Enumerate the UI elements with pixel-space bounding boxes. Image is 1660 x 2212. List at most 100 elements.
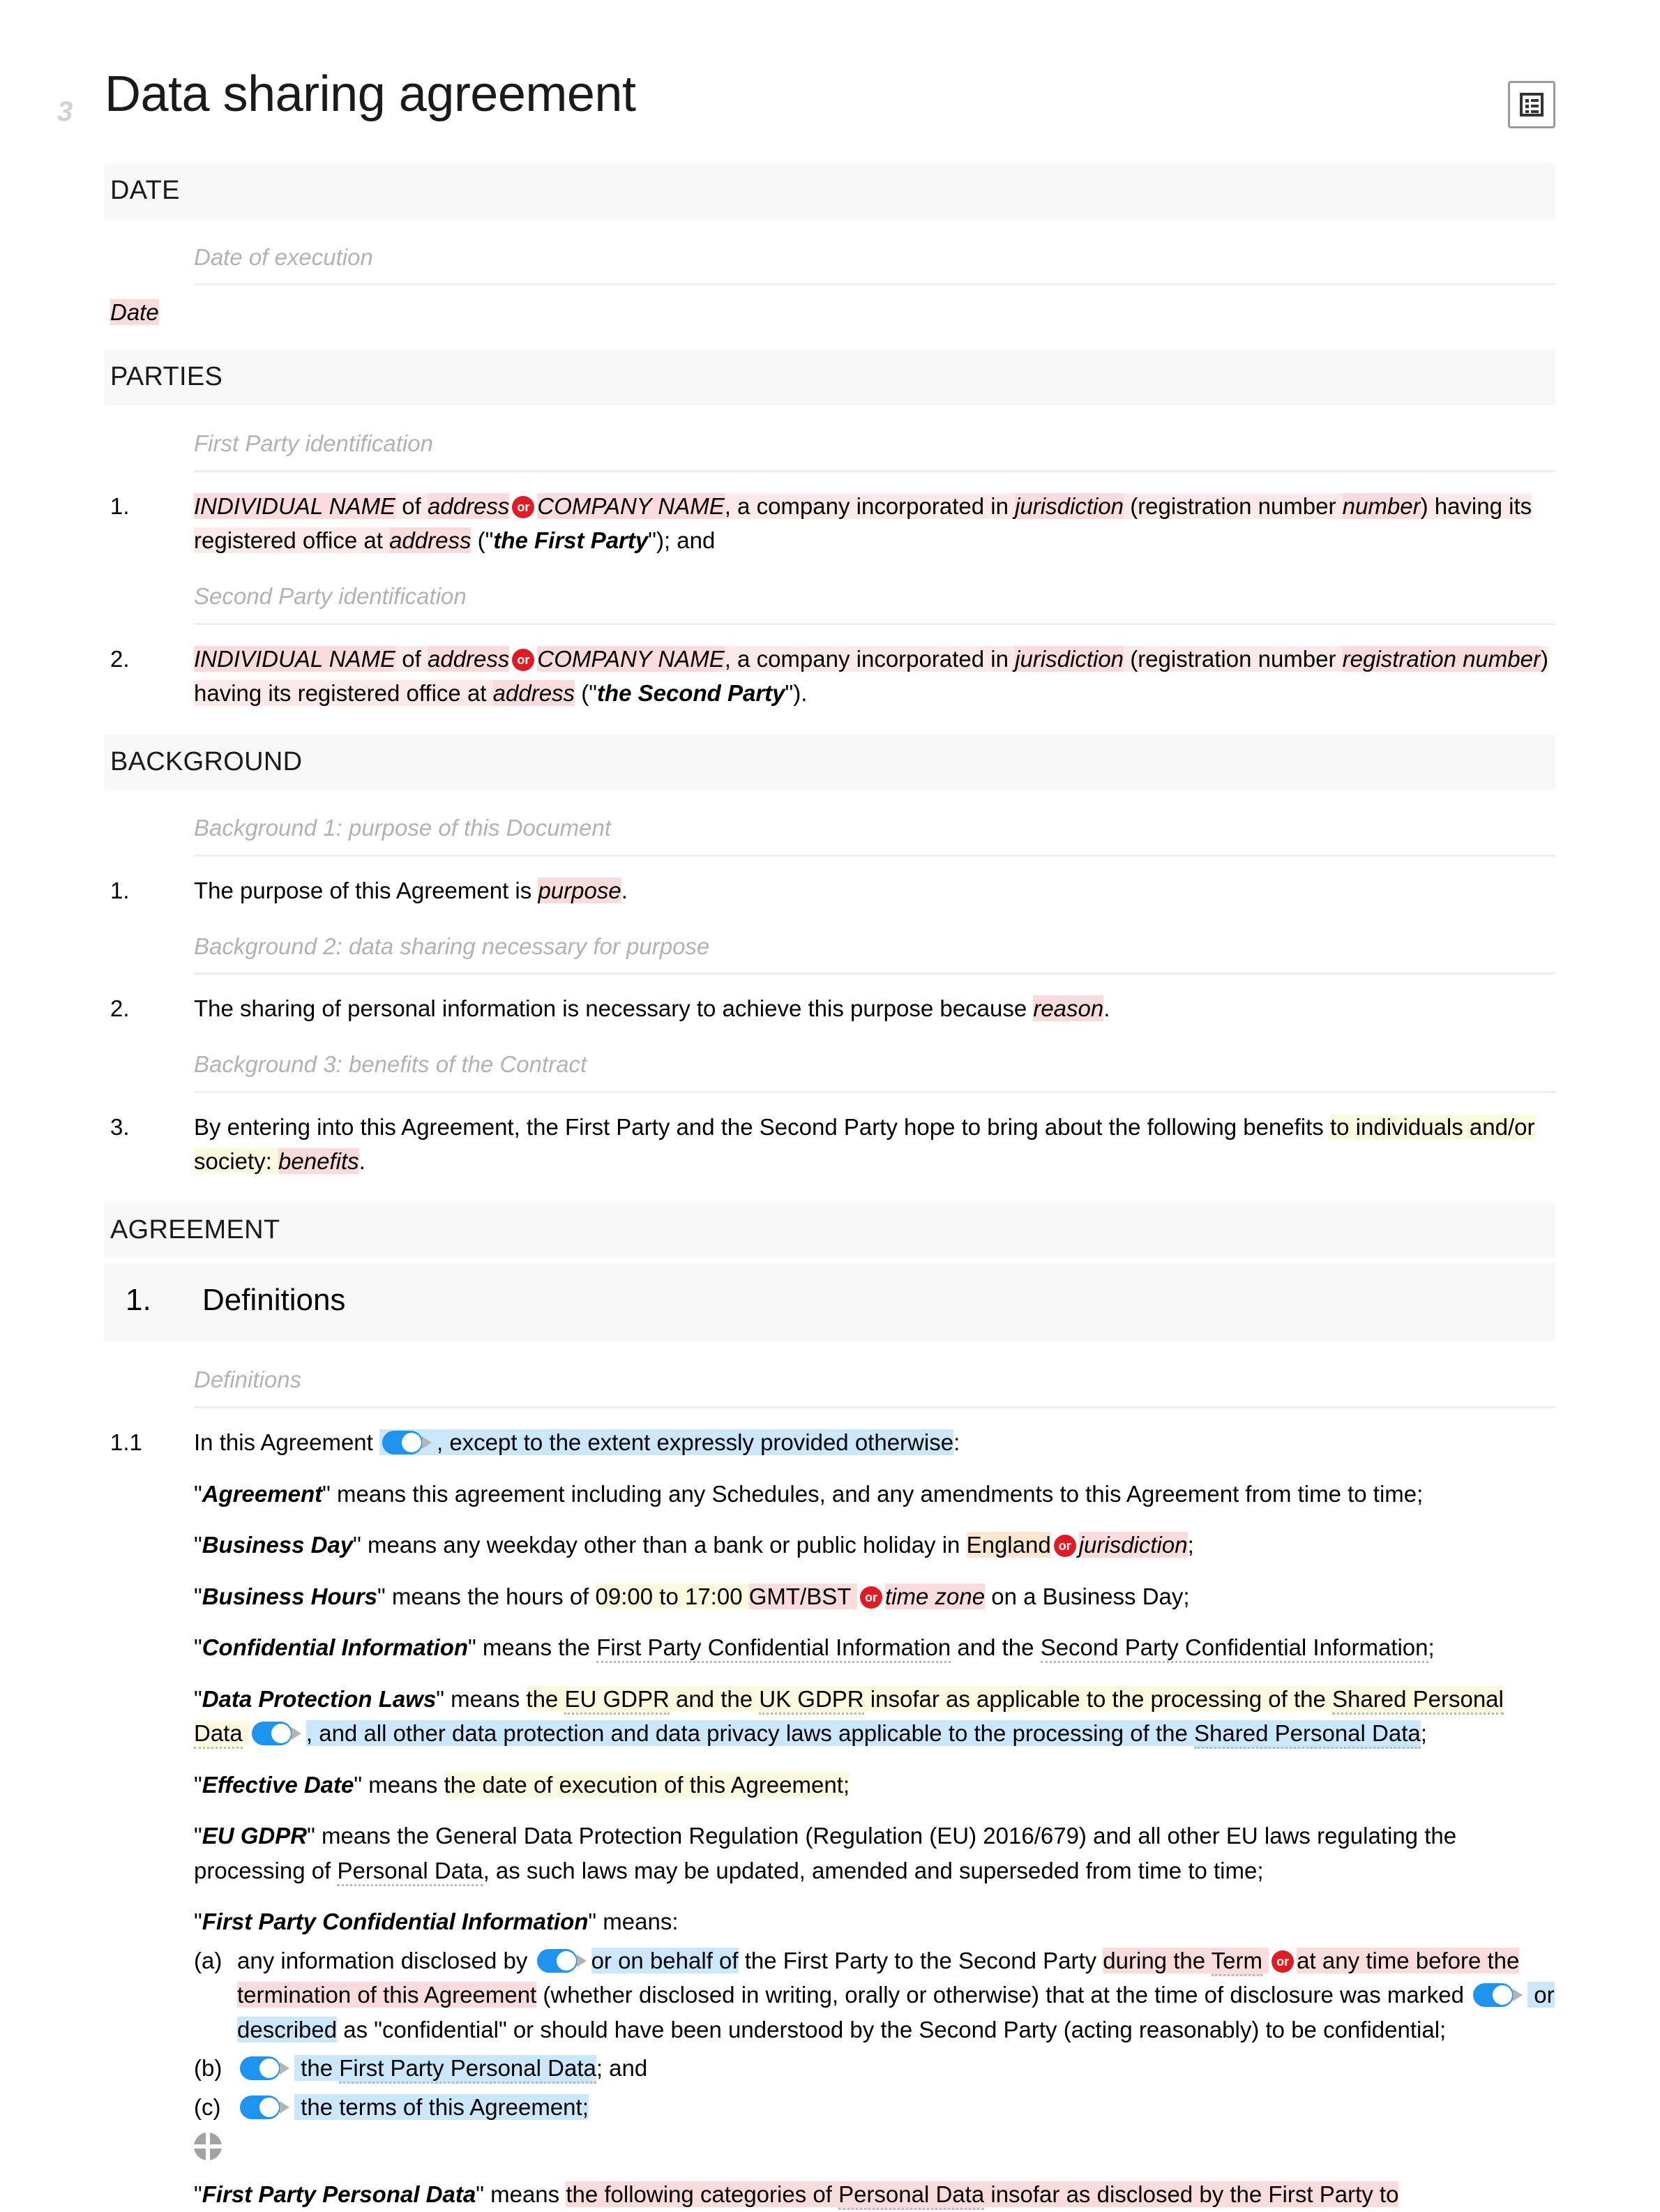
list-marker: 2. [110, 645, 130, 672]
text-open-quote: (" [471, 527, 494, 554]
defined-term: Data Protection Laws [202, 1685, 437, 1712]
list-marker: 1. [110, 492, 130, 519]
defined-term-reference[interactable]: EU GDPR [564, 1685, 670, 1715]
blue-highlight-run[interactable]: , and all other data protection and data… [305, 1720, 1195, 1747]
yellow-highlight-run[interactable]: the date of execution of this Agreement; [444, 1771, 850, 1798]
comment-text: Background 2: data sharing necessary for… [194, 933, 710, 959]
defined-term: First Party Personal Data [202, 2181, 476, 2208]
definition-paragraph: "Confidential Information" means the Fir… [105, 1630, 1555, 1665]
text-incorporated: , a company incorporated in [724, 492, 1016, 519]
document-list-icon-button[interactable] [1508, 81, 1555, 128]
or-badge[interactable]: or [512, 648, 535, 671]
text-run: the First Party to the Second Party [738, 1947, 1103, 1973]
company-name-placeholder[interactable]: COMPANY NAME [537, 492, 725, 519]
defined-party-label: the First Party [493, 527, 649, 554]
pink-highlight-run[interactable]: insofar as disclosed by the First Party … [984, 2181, 1399, 2208]
text-tail: "). [785, 680, 808, 707]
defined-term-reference[interactable]: First Party Confidential Information [596, 1634, 951, 1664]
yellow-highlight-run[interactable]: and the [669, 1685, 760, 1712]
yellow-highlight-run[interactable]: 09:00 to 17:00 [595, 1583, 749, 1609]
toggle-switch-on[interactable] [240, 2095, 292, 2119]
pink-highlight-run[interactable]: during the [1103, 1947, 1212, 1973]
address-placeholder[interactable]: address [427, 492, 510, 519]
comment-text: Definitions [194, 1367, 302, 1393]
list-marker: 2. [110, 995, 130, 1022]
office-address-placeholder[interactable]: address [389, 527, 471, 554]
defined-term-reference[interactable]: Personal Data [838, 2181, 985, 2211]
text-run: ; [1187, 1532, 1194, 1558]
placeholder-run[interactable]: jurisdiction [1078, 1532, 1188, 1558]
orange-highlight-run[interactable]: England [966, 1532, 1051, 1558]
party-text: INDIVIDUAL NAME of address or COMPANY NAME… [194, 642, 1555, 711]
toggle-switch-on[interactable] [251, 1722, 303, 1746]
section-band-background: BACKGROUND [105, 734, 1555, 790]
blue-highlight-run[interactable]: the terms of this Agreement; [294, 2093, 589, 2120]
definition-first-party-confidential-heading: "First Party Confidential Information" m… [105, 1904, 1555, 1939]
comment-rule [194, 1090, 1555, 1093]
blue-highlight-run[interactable]: the [294, 2055, 340, 2082]
jurisdiction-placeholder[interactable]: jurisdiction [1015, 645, 1124, 672]
company-name-placeholder[interactable]: COMPANY NAME [537, 645, 725, 672]
pink-highlight-run[interactable] [1262, 1947, 1269, 1973]
party-text: INDIVIDUAL NAME of address or COMPANY NAME… [194, 489, 1555, 558]
optional-clause-text[interactable]: , except to the extent expressly provide… [437, 1429, 953, 1455]
section-band-date: DATE [105, 163, 1555, 219]
number-placeholder[interactable]: number [1342, 492, 1421, 519]
individual-name-placeholder[interactable]: INDIVIDUAL NAME [194, 492, 396, 519]
defined-term-reference[interactable]: UK GDPR [759, 1685, 864, 1715]
text-quote: " [194, 1480, 202, 1507]
definition-paragraph: "Data Protection Laws" means the EU GDPR… [105, 1682, 1555, 1751]
or-badge[interactable]: or [512, 495, 535, 518]
defined-term-reference[interactable]: Term [1211, 1947, 1262, 1976]
purpose-placeholder[interactable]: purpose [538, 878, 621, 904]
defined-term-reference[interactable]: Second Party Confidential Information [1040, 1634, 1428, 1664]
toggle-switch-on[interactable] [382, 1431, 434, 1455]
text-run: ; and [596, 2055, 648, 2082]
comment-rule [194, 972, 1555, 975]
definitions-list: "Agreement" means this agreement includi… [105, 1477, 1555, 1888]
text-pre: In this Agreement [194, 1429, 379, 1456]
or-badge[interactable]: or [859, 1586, 882, 1609]
toggle-switch-on[interactable] [240, 2056, 292, 2081]
reason-placeholder[interactable]: reason [1033, 995, 1104, 1022]
pink-highlight-run[interactable]: GMT/BST [748, 1583, 857, 1609]
move-handle-row [105, 2132, 1555, 2161]
move-handle-icon[interactable] [194, 2132, 222, 2161]
party-paragraph-first: 1. INDIVIDUAL NAME of address or COMPANY N… [105, 489, 1555, 558]
or-badge[interactable]: or [1053, 1535, 1076, 1558]
yellow-highlight-run[interactable]: the [526, 1685, 565, 1712]
comment-text: Background 3: benefits of the Contract [194, 1051, 587, 1077]
pink-highlight-run[interactable]: the following categories of [566, 2181, 839, 2208]
date-value[interactable]: Date [105, 299, 1555, 326]
toggle-switch-on[interactable] [536, 1948, 589, 1973]
text-means: " means: [588, 1909, 679, 1935]
defined-term-reference[interactable]: Shared Personal Data [1194, 1720, 1421, 1750]
office-address-placeholder[interactable]: address [492, 680, 575, 707]
registration-number-placeholder[interactable]: registration number [1342, 645, 1541, 672]
comment-background-2: Background 2: data sharing necessary for… [105, 932, 1555, 975]
placeholder-run[interactable]: time zone [884, 1583, 986, 1609]
list-item-text: any information disclosed by or on behal… [237, 1943, 1555, 2047]
document-page: 3 Data sharing agreement DATE Date of ex… [0, 0, 1660, 2212]
or-badge[interactable]: or [1272, 1950, 1295, 1973]
defined-term-reference[interactable]: First Party Personal Data [339, 2055, 596, 2084]
date-placeholder[interactable]: Date [110, 299, 159, 326]
list-item-text: the First Party Personal Data; and [237, 2051, 1555, 2086]
blue-highlight-run[interactable]: or on behalf of [591, 1947, 739, 1973]
text-pre: The purpose of this Agreement is [194, 878, 538, 904]
text-quote: " [194, 1634, 202, 1661]
text-quote: " [194, 1532, 202, 1558]
definition-paragraph: "Effective Date" means the date of execu… [105, 1768, 1555, 1803]
jurisdiction-placeholder[interactable]: jurisdiction [1015, 492, 1124, 519]
yellow-highlight-run[interactable]: insofar as applicable to the processing … [863, 1685, 1333, 1712]
address-placeholder[interactable]: address [427, 645, 510, 672]
lettered-list-item: (b) the First Party Personal Data; and [105, 2051, 1555, 2086]
defined-term-reference[interactable]: Personal Data [337, 1857, 483, 1886]
text-run: " means this agreement including any Sch… [322, 1480, 1424, 1507]
individual-name-placeholder[interactable]: INDIVIDUAL NAME [194, 645, 396, 672]
toggle-switch-on[interactable] [1473, 1983, 1525, 2008]
yellow-highlight-run[interactable] [242, 1720, 249, 1747]
benefits-placeholder[interactable]: benefits [278, 1148, 359, 1175]
text-open-quote: (" [575, 680, 597, 707]
comment-text: Second Party identification [194, 582, 467, 609]
